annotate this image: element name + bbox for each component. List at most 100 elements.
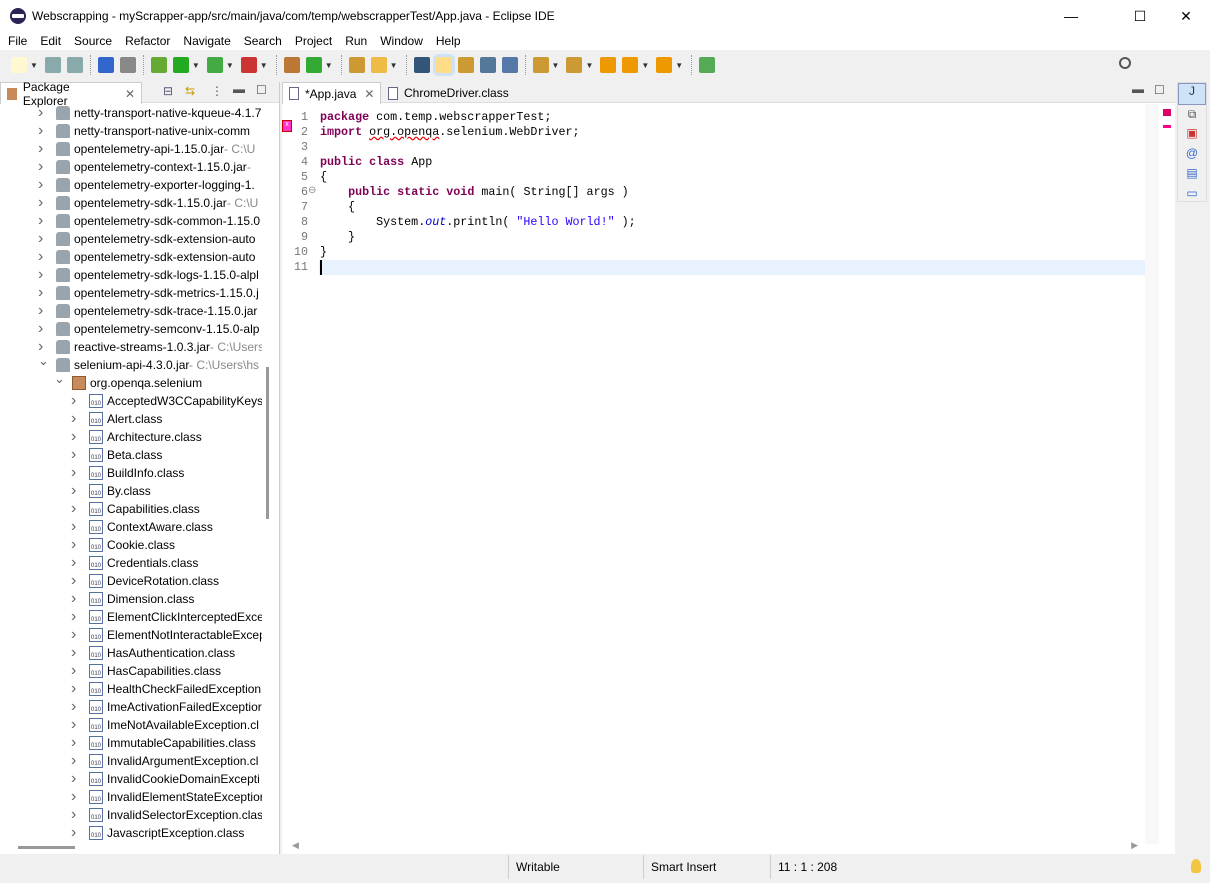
collapsed-chevron-icon[interactable]: › xyxy=(38,284,48,302)
menu-edit[interactable]: Edit xyxy=(32,32,66,50)
javadoc-icon[interactable]: @ xyxy=(1178,143,1206,163)
pin-editor-icon[interactable] xyxy=(699,57,716,73)
close-view-icon[interactable]: ✕ xyxy=(125,87,135,101)
tree-item[interactable]: › 010 HasCapabilities.class xyxy=(0,662,262,680)
collapsed-chevron-icon[interactable]: › xyxy=(38,158,48,176)
tree-item[interactable]: › 010 InvalidSelectorException.clas xyxy=(0,806,262,824)
maximize-button[interactable]: ☐ xyxy=(1117,0,1163,32)
tree-item[interactable]: › 010 Credentials.class xyxy=(0,554,262,572)
tree-item[interactable]: › 010 ImeActivationFailedExceptior xyxy=(0,698,262,716)
new-java-package-icon[interactable] xyxy=(283,57,300,73)
collapsed-chevron-icon[interactable]: › xyxy=(71,662,81,680)
toggle-breadcrumb-icon[interactable] xyxy=(413,57,430,73)
collapsed-chevron-icon[interactable]: › xyxy=(71,446,81,464)
collapsed-chevron-icon[interactable]: › xyxy=(71,500,81,518)
tree-item[interactable]: › 010 HasAuthentication.class xyxy=(0,644,262,662)
tree-item[interactable]: › 010 ElementNotInteractableExcep xyxy=(0,626,262,644)
dropdown-arrow-icon[interactable]: ▼ xyxy=(226,61,234,70)
outline-icon[interactable]: ▣ xyxy=(1178,123,1206,143)
menu-help[interactable]: Help xyxy=(428,32,466,50)
menu-run[interactable]: Run xyxy=(337,32,372,50)
collapsed-chevron-icon[interactable]: › xyxy=(38,230,48,248)
save-all-icon[interactable] xyxy=(66,57,83,73)
menu-navigate[interactable]: Navigate xyxy=(175,32,235,50)
menu-refactor[interactable]: Refactor xyxy=(117,32,175,50)
show-whitespace-icon[interactable] xyxy=(501,57,518,73)
tree-item[interactable]: › 010 Alert.class xyxy=(0,410,262,428)
tree-item[interactable]: › 010 JavascriptException.class xyxy=(0,824,262,840)
tree-item[interactable]: › opentelemetry-sdk-1.15.0.jar - C:\U xyxy=(0,194,262,212)
dropdown-arrow-icon[interactable]: ▼ xyxy=(641,61,649,70)
restore-icon[interactable]: ⧉ xyxy=(1178,105,1206,123)
collapsed-chevron-icon[interactable]: › xyxy=(71,428,81,446)
minimize-button[interactable]: — xyxy=(1048,0,1094,32)
run-icon[interactable] xyxy=(172,57,189,73)
tree-item[interactable]: › 010 ContextAware.class xyxy=(0,518,262,536)
tree-item[interactable]: › 010 ImeNotAvailableException.cl xyxy=(0,716,262,734)
editor-tab[interactable]: *App.java ✕ xyxy=(282,82,382,104)
editor-tab[interactable]: ChromeDriver.class xyxy=(382,82,515,104)
collapsed-chevron-icon[interactable]: › xyxy=(38,194,48,212)
editor-horizontal-scrollbar[interactable]: ◀ ▶ xyxy=(292,840,1152,854)
tree-item[interactable]: › 010 InvalidElementStateExceptior xyxy=(0,788,262,806)
vertical-scrollbar[interactable] xyxy=(266,367,269,519)
close-button[interactable]: ✕ xyxy=(1163,0,1209,32)
collapsed-chevron-icon[interactable]: › xyxy=(71,806,81,824)
tree-item[interactable]: › opentelemetry-semconv-1.15.0-alp xyxy=(0,320,262,338)
dropdown-arrow-icon[interactable]: ▼ xyxy=(585,61,593,70)
maximize-view-icon[interactable]: ☐ xyxy=(256,83,267,97)
tree-item[interactable]: › netty-transport-native-unix-comm xyxy=(0,122,262,140)
mark-occurrences-icon[interactable] xyxy=(432,54,455,76)
external-tools-icon[interactable] xyxy=(240,57,257,73)
tree-item[interactable]: › 010 Capabilities.class xyxy=(0,500,262,518)
back-icon[interactable] xyxy=(622,57,639,73)
collapsed-chevron-icon[interactable]: › xyxy=(71,680,81,698)
collapsed-chevron-icon[interactable]: › xyxy=(71,572,81,590)
dropdown-arrow-icon[interactable]: ▼ xyxy=(552,61,560,70)
editor-vertical-scrollbar[interactable] xyxy=(1145,104,1159,844)
java-perspective-icon[interactable]: J xyxy=(1178,83,1206,105)
minimize-view-icon[interactable]: ▬ xyxy=(233,82,245,96)
menu-project[interactable]: Project xyxy=(287,32,337,50)
error-marker-icon[interactable]: x xyxy=(282,120,292,132)
word-wrap-icon[interactable] xyxy=(479,57,496,73)
tree-item[interactable]: › opentelemetry-sdk-extension-auto xyxy=(0,230,262,248)
coverage-icon[interactable] xyxy=(206,57,223,73)
save-icon[interactable] xyxy=(44,57,61,73)
collapsed-chevron-icon[interactable]: › xyxy=(71,788,81,806)
tree-item[interactable]: › opentelemetry-exporter-logging-1. xyxy=(0,176,262,194)
next-annotation-icon[interactable] xyxy=(532,57,549,73)
tree-item[interactable]: › 010 By.class xyxy=(0,482,262,500)
search-icon[interactable] xyxy=(370,57,387,73)
collapsed-chevron-icon[interactable]: › xyxy=(71,752,81,770)
tree-item[interactable]: › 010 DeviceRotation.class xyxy=(0,572,262,590)
collapsed-chevron-icon[interactable]: › xyxy=(38,104,48,122)
collapsed-chevron-icon[interactable]: › xyxy=(71,410,81,428)
collapsed-chevron-icon[interactable]: › xyxy=(71,698,81,716)
tab-package-explorer[interactable]: Package Explorer ✕ xyxy=(0,80,142,108)
tree-item[interactable]: › 010 AcceptedW3CCapabilityKeys xyxy=(0,392,262,410)
open-type-icon[interactable] xyxy=(348,57,365,73)
collapsed-chevron-icon[interactable]: › xyxy=(38,140,48,158)
tree-item[interactable]: › opentelemetry-sdk-trace-1.15.0.jar xyxy=(0,302,262,320)
dropdown-arrow-icon[interactable]: ▼ xyxy=(325,61,333,70)
collapsed-chevron-icon[interactable]: › xyxy=(38,266,48,284)
collapsed-chevron-icon[interactable]: › xyxy=(71,554,81,572)
collapsed-chevron-icon[interactable]: › xyxy=(71,644,81,662)
tree-item[interactable]: › 010 Beta.class xyxy=(0,446,262,464)
tree-item[interactable]: › opentelemetry-context-1.15.0.jar - xyxy=(0,158,262,176)
collapsed-chevron-icon[interactable]: › xyxy=(71,734,81,752)
quick-access-search-icon[interactable] xyxy=(1119,57,1131,69)
tree-item[interactable]: › netty-transport-native-kqueue-4.1.7 xyxy=(0,104,262,122)
tree-item[interactable]: ⌄ selenium-api-4.3.0.jar - C:\Users\hs xyxy=(0,353,262,374)
collapsed-chevron-icon[interactable]: › xyxy=(71,482,81,500)
tree-item[interactable]: › 010 BuildInfo.class xyxy=(0,464,262,482)
collapsed-chevron-icon[interactable]: › xyxy=(71,716,81,734)
dropdown-arrow-icon[interactable]: ▼ xyxy=(390,61,398,70)
collapsed-chevron-icon[interactable]: › xyxy=(38,320,48,338)
tree-item[interactable]: › 010 InvalidCookieDomainExcepti xyxy=(0,770,262,788)
collapsed-chevron-icon[interactable]: › xyxy=(71,590,81,608)
collapsed-chevron-icon[interactable]: › xyxy=(71,464,81,482)
close-tab-icon[interactable]: ✕ xyxy=(364,87,374,101)
expanded-chevron-icon[interactable]: ⌄ xyxy=(54,370,65,388)
